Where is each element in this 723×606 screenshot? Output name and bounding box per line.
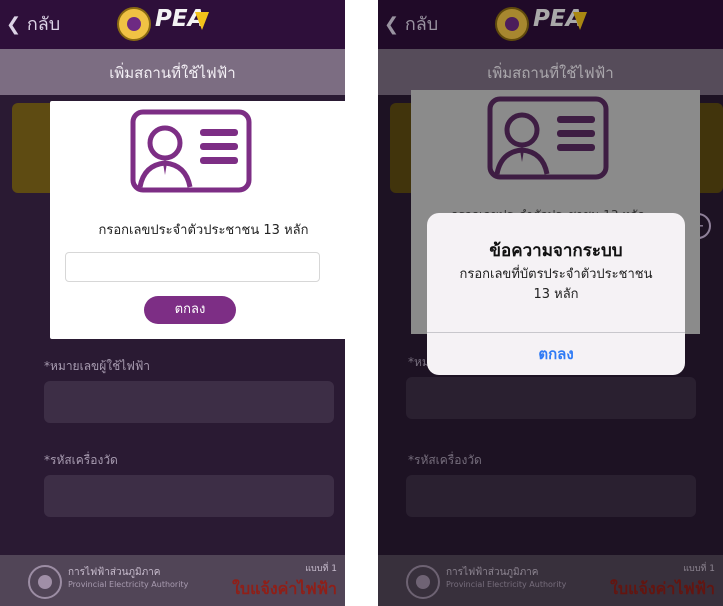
- chevron-left-icon: ❮: [6, 14, 22, 35]
- id-number-input[interactable]: [65, 252, 320, 282]
- lightning-icon: [195, 12, 209, 30]
- pea-logo: PEA: [117, 4, 213, 46]
- top-bar: ❮ กลับ PEA: [0, 0, 345, 49]
- bill-footer: การไฟฟ้าส่วนภูมิภาค Provincial Electrici…: [0, 555, 345, 606]
- alert-ok-button[interactable]: ตกลง: [427, 333, 685, 375]
- id-entry-modal: กรอกเลขประจำตัวประชาชน 13 หลัก ตกลง: [50, 101, 345, 339]
- alert-message: กรอกเลขที่บัตรประจำตัวประชาชน 13 หลัก: [439, 265, 673, 305]
- alert-message-line2: 13 หลัก: [533, 287, 579, 302]
- modal-instruction: กรอกเลขประจำตัวประชาชน 13 หลัก: [98, 223, 309, 238]
- org-name-th: การไฟฟ้าส่วนภูมิภาค: [68, 567, 161, 578]
- field-label-meter: *รหัสเครื่องวัด: [44, 453, 118, 467]
- page-title: เพิ่มสถานที่ใช้ไฟฟ้า: [109, 64, 236, 82]
- back-label: กลับ: [26, 14, 61, 35]
- alert-title: ข้อความจากระบบ: [489, 241, 623, 261]
- field-label-ca: *หมายเลขผู้ใช้ไฟฟ้า: [44, 359, 151, 373]
- ca-number-field[interactable]: [44, 381, 334, 423]
- bill-title: ใบแจ้งค่าไฟฟ้า: [232, 579, 337, 598]
- org-name-en: Provincial Electricity Authority: [68, 580, 189, 589]
- alert-message-line1: กรอกเลขที่บัตรประจำตัวประชาชน: [459, 267, 653, 282]
- left-screen: ❮ กลับ PEA เพิ่มสถานที่ใช้ไฟฟ้า + *หมายเ…: [0, 0, 345, 606]
- back-button[interactable]: ❮ กลับ: [6, 9, 60, 38]
- system-alert-dialog: ข้อความจากระบบ กรอกเลขที่บัตรประจำตัวประ…: [427, 213, 685, 375]
- page-header: เพิ่มสถานที่ใช้ไฟฟ้า: [0, 49, 345, 95]
- pea-seal-icon: [117, 7, 151, 41]
- ok-button[interactable]: ตกลง: [144, 296, 236, 324]
- pea-seal-icon: [28, 565, 62, 599]
- id-card-icon: [130, 109, 252, 193]
- right-screen: ❮ กลับ PEA เพิ่มสถานที่ใช้ไฟฟ้า + *หม *ร…: [378, 0, 723, 606]
- form-number: แบบที่ 1: [305, 564, 337, 574]
- meter-code-field[interactable]: [44, 475, 334, 517]
